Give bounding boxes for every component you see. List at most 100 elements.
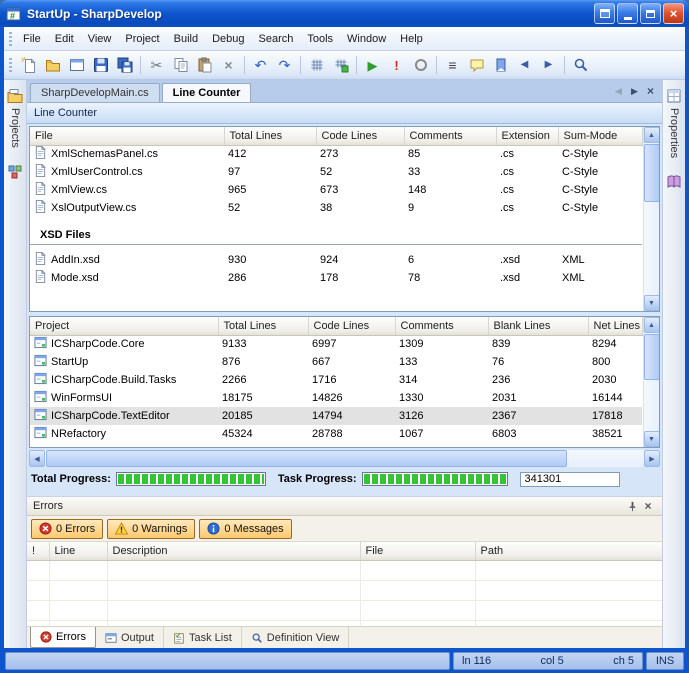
grid-green-button[interactable] — [329, 54, 352, 76]
help-book-icon[interactable] — [666, 174, 682, 190]
menu-debug[interactable]: Debug — [205, 30, 251, 48]
table-row[interactable]: XmlView.cs965673148.csC-Style — [30, 181, 642, 199]
save-all-button[interactable] — [113, 54, 136, 76]
new-file-button[interactable] — [17, 54, 40, 76]
error-filter-button[interactable]: 0 Errors — [31, 519, 103, 539]
column-header[interactable]: Total Lines — [218, 317, 308, 335]
doc-tab-sharpdevelopmain-cs[interactable]: SharpDevelopMain.cs — [30, 83, 160, 102]
horizontal-scrollbar[interactable]: ◀ ▶ — [29, 450, 660, 467]
table-row[interactable]: ICSharpCode.Core9133699713098398294 — [30, 335, 642, 353]
scrollbar-thumb[interactable] — [46, 450, 567, 467]
column-header[interactable]: Comments — [404, 127, 496, 145]
table-row[interactable] — [27, 620, 662, 627]
minimize-button[interactable] — [617, 3, 638, 24]
table-row[interactable]: Mode.xsd28617878.xsdXML — [30, 269, 642, 287]
search-button[interactable] — [569, 54, 592, 76]
table-row[interactable]: WinFormsUI18175148261330203116144 — [30, 389, 642, 407]
table-row[interactable] — [27, 560, 662, 580]
column-header[interactable]: Extension — [496, 127, 558, 145]
close-tab-icon[interactable]: × — [644, 84, 657, 98]
scrollbar-thumb[interactable] — [644, 334, 660, 380]
save-button[interactable] — [89, 54, 112, 76]
column-header[interactable]: Project — [30, 317, 218, 335]
restore-button[interactable] — [640, 3, 661, 24]
list-button[interactable]: ≡ — [441, 54, 464, 76]
bookmark-next-button[interactable]: ▶ — [537, 54, 560, 76]
table-row[interactable] — [27, 580, 662, 600]
column-header[interactable]: Path — [475, 542, 662, 560]
menu-search[interactable]: Search — [252, 30, 301, 48]
menu-build[interactable]: Build — [167, 30, 205, 48]
delete-button[interactable]: × — [217, 54, 240, 76]
classes-icon[interactable] — [7, 164, 23, 180]
pin-icon[interactable] — [624, 501, 640, 512]
column-header[interactable]: Code Lines — [308, 317, 395, 335]
column-header[interactable]: Sum-Mode — [558, 127, 642, 145]
doc-tab-line-counter[interactable]: Line Counter — [162, 83, 252, 102]
paste-button[interactable] — [193, 54, 216, 76]
column-header[interactable]: Description — [107, 542, 360, 560]
menu-tools[interactable]: Tools — [300, 30, 340, 48]
column-header[interactable]: File — [30, 127, 224, 145]
table-row[interactable]: XmlSchemasPanel.cs41227385.csC-Style — [30, 145, 642, 163]
table-row[interactable] — [27, 600, 662, 620]
next-tab-icon[interactable]: ▶ — [628, 86, 641, 97]
bottom-tab-errors[interactable]: Errors — [30, 627, 96, 648]
bottom-tab-task-list[interactable]: Task List — [164, 627, 242, 648]
table-row[interactable]: StartUp87666713376800 — [30, 353, 642, 371]
menu-file[interactable]: File — [16, 30, 48, 48]
undo-button[interactable]: ↶ — [249, 54, 272, 76]
column-header[interactable]: Blank Lines — [488, 317, 588, 335]
warning-filter-button[interactable]: 0 Warnings — [107, 519, 195, 539]
open-folder-button[interactable] — [41, 54, 64, 76]
column-header[interactable]: Total Lines — [224, 127, 316, 145]
bottom-tab-output[interactable]: Output — [96, 627, 164, 648]
bookmark-prev-button[interactable]: ◀ — [513, 54, 536, 76]
column-header[interactable]: Line — [49, 542, 107, 560]
scroll-right-icon[interactable]: ▶ — [644, 450, 660, 467]
files-vertical-scrollbar[interactable]: ▲ ▼ — [643, 127, 660, 311]
table-row[interactable]: XmlUserControl.cs975233.csC-Style — [30, 163, 642, 181]
table-row[interactable]: ICSharpCode.TextEditor201851479431262367… — [30, 407, 642, 425]
table-row[interactable]: NRefactory45324287881067680338521 — [30, 425, 642, 443]
comment-button[interactable] — [465, 54, 488, 76]
close-button[interactable]: × — [663, 3, 684, 24]
bottom-tab-definition-view[interactable]: Definition View — [242, 627, 350, 648]
scrollbar-track[interactable] — [644, 333, 660, 431]
close-panel-icon[interactable]: × — [640, 499, 656, 513]
menu-edit[interactable]: Edit — [48, 30, 81, 48]
new-window-button[interactable] — [65, 54, 88, 76]
table-row[interactable]: ICSharpCode.Build.Tasks22661716314236203… — [30, 371, 642, 389]
grid-button[interactable] — [305, 54, 328, 76]
bookmark-button[interactable] — [489, 54, 512, 76]
table-row[interactable]: XslOutputView.cs52389.csC-Style — [30, 199, 642, 217]
projects-vertical-scrollbar[interactable]: ▲ ▼ — [643, 317, 660, 447]
menu-project[interactable]: Project — [118, 30, 166, 48]
column-header[interactable]: File — [360, 542, 475, 560]
record-button[interactable] — [409, 54, 432, 76]
menu-window[interactable]: Window — [340, 30, 393, 48]
scrollbar-thumb[interactable] — [644, 144, 660, 202]
menu-view[interactable]: View — [81, 30, 119, 48]
column-header[interactable]: Net Lines — [588, 317, 642, 335]
scroll-left-icon[interactable]: ◀ — [29, 450, 45, 467]
copy-button[interactable] — [169, 54, 192, 76]
prev-tab-icon[interactable]: ◀ — [612, 86, 625, 97]
table-row[interactable]: AddIn.xsd9309246.xsdXML — [30, 251, 642, 269]
scrollbar-track[interactable] — [644, 143, 660, 295]
column-header[interactable]: Code Lines — [316, 127, 404, 145]
scroll-down-icon[interactable]: ▼ — [644, 295, 660, 311]
menu-help[interactable]: Help — [393, 30, 430, 48]
tool-tab-projects[interactable]: Projects — [7, 88, 23, 148]
scroll-up-icon[interactable]: ▲ — [644, 127, 660, 143]
cut-button[interactable]: ✂ — [145, 54, 168, 76]
toggle-window-button[interactable] — [594, 3, 615, 24]
redo-button[interactable]: ↷ — [273, 54, 296, 76]
column-header[interactable]: ! — [27, 542, 49, 560]
abort-build-button[interactable]: ! — [385, 54, 408, 76]
column-header[interactable]: Comments — [395, 317, 488, 335]
tool-tab-properties[interactable]: Properties — [666, 88, 682, 158]
scroll-down-icon[interactable]: ▼ — [644, 431, 660, 447]
scrollbar-track[interactable] — [45, 450, 644, 467]
message-filter-button[interactable]: 0 Messages — [199, 519, 291, 539]
